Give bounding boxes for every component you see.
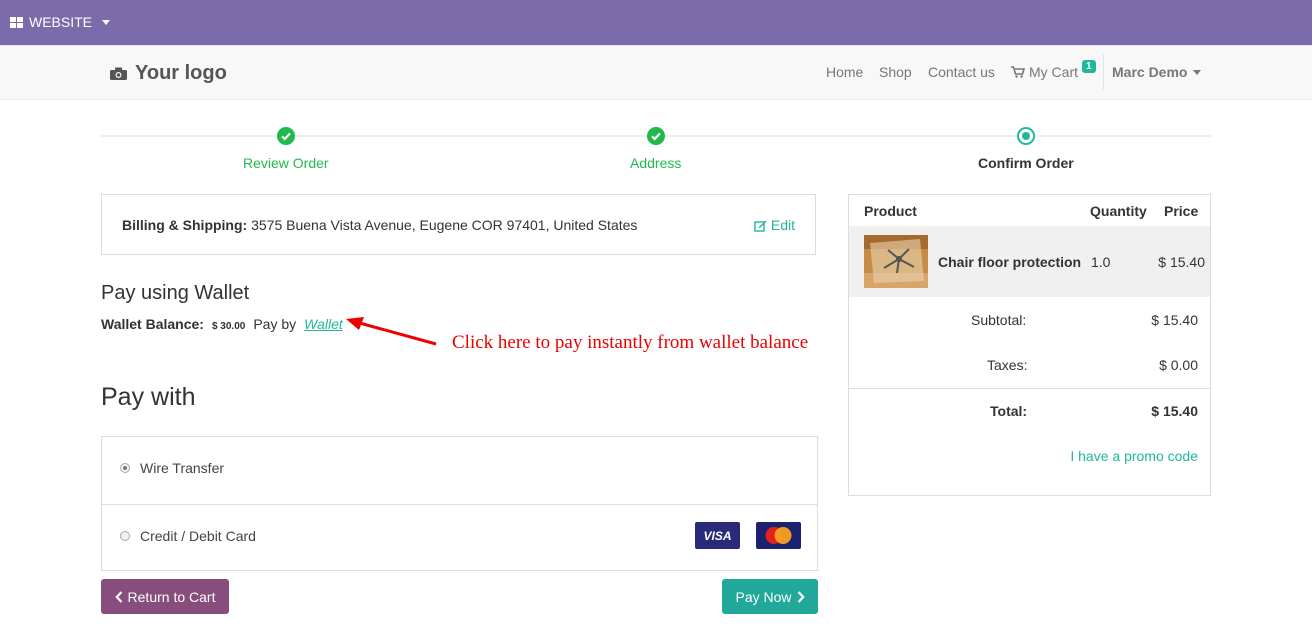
- order-summary-panel: Product Quantity Price Chair floor prote…: [848, 194, 1211, 496]
- return-to-cart-button[interactable]: Return to Cart: [101, 579, 229, 614]
- pay-now-button[interactable]: Pay Now: [722, 579, 818, 614]
- total-label: Total:: [990, 403, 1028, 419]
- subtotal-value: $ 15.40: [1151, 312, 1198, 328]
- pay-now-label: Pay Now: [735, 588, 792, 605]
- wallet-balance-label: Wallet Balance:: [101, 316, 204, 332]
- pay-with-title: Pay with: [101, 383, 196, 411]
- subtotal-label: Subtotal:: [971, 312, 1027, 328]
- summary-divider: [849, 388, 1210, 389]
- chevron-right-icon: [797, 590, 805, 603]
- header-quantity: Quantity: [1090, 203, 1147, 219]
- pay-by-text: Pay by: [253, 316, 297, 332]
- user-name: Marc Demo: [1112, 64, 1188, 80]
- product-price: $ 15.40: [1158, 254, 1205, 270]
- step-confirm-current-icon: [1017, 127, 1035, 145]
- step-review-check-icon: [277, 127, 295, 145]
- total-value: $ 15.40: [1151, 403, 1198, 419]
- payment-option-card[interactable]: Credit / Debit Card VISA: [102, 504, 817, 572]
- cart-label: My Cart: [1029, 64, 1078, 80]
- chevron-down-icon: [102, 19, 111, 25]
- edit-label: Edit: [770, 217, 795, 233]
- nav-contact-us[interactable]: Contact us: [928, 64, 995, 80]
- step-confirm-order: Confirm Order: [978, 155, 1074, 171]
- nav-my-cart[interactable]: My Cart 1: [1011, 59, 1096, 80]
- product-name[interactable]: Chair floor protection: [938, 254, 1081, 270]
- mastercard-logo-icon: [756, 522, 801, 549]
- step-address[interactable]: Address: [630, 155, 681, 171]
- website-menu-label: WEBSITE: [29, 14, 93, 30]
- promo-code-link[interactable]: I have a promo code: [1070, 448, 1198, 464]
- annotation-arrow-icon: [346, 317, 437, 346]
- chevron-left-icon: [114, 590, 122, 603]
- site-navbar: Your logo Home Shop Contact us My Cart 1…: [0, 45, 1312, 100]
- product-thumbnail[interactable]: [864, 235, 928, 288]
- nav-home[interactable]: Home: [826, 64, 863, 80]
- taxes-value: $ 0.00: [1159, 357, 1198, 373]
- billing-shipping-box: Billing & Shipping: 3575 Buena Vista Ave…: [101, 194, 816, 255]
- step-review-order[interactable]: Review Order: [243, 155, 329, 171]
- admin-top-bar: WEBSITE: [0, 0, 1312, 45]
- billing-address-value: 3575 Buena Vista Avenue, Eugene COR 9740…: [251, 217, 638, 233]
- camera-icon: [110, 67, 127, 80]
- wallet-section-title: Pay using Wallet: [101, 282, 250, 304]
- visa-logo-icon: VISA: [695, 522, 740, 549]
- order-line: Chair floor protection 1.0 $ 15.40: [849, 226, 1210, 297]
- nav-divider: [1103, 54, 1104, 90]
- website-menu[interactable]: WEBSITE: [10, 14, 111, 30]
- wire-transfer-label: Wire Transfer: [140, 460, 225, 476]
- logo-text: Your logo: [135, 62, 227, 84]
- pay-by-wallet-link[interactable]: Wallet: [304, 316, 343, 332]
- card-label: Credit / Debit Card: [140, 528, 256, 544]
- card-radio[interactable]: [120, 531, 130, 541]
- nav-shop[interactable]: Shop: [879, 64, 912, 80]
- header-price: Price: [1164, 203, 1199, 219]
- cart-count-badge: 1: [1082, 59, 1096, 73]
- payment-methods-box: Wire Transfer Credit / Debit Card VISA: [101, 436, 818, 571]
- wire-transfer-radio[interactable]: [120, 463, 130, 473]
- header-product: Product: [864, 203, 917, 219]
- site-logo[interactable]: Your logo: [110, 62, 227, 85]
- wallet-balance-amount: $ 30.00: [211, 321, 246, 332]
- taxes-label: Taxes:: [987, 357, 1028, 373]
- chevron-down-icon: [1193, 69, 1202, 75]
- wallet-balance-row: Wallet Balance: $ 30.00 Pay by Wallet: [101, 316, 343, 332]
- billing-label: Billing & Shipping:: [122, 217, 248, 233]
- edit-icon: [754, 220, 767, 232]
- return-to-cart-label: Return to Cart: [127, 588, 216, 605]
- edit-address-link[interactable]: Edit: [754, 217, 795, 233]
- annotation-text: Click here to pay instantly from wallet …: [452, 332, 809, 353]
- billing-address: Billing & Shipping: 3575 Buena Vista Ave…: [122, 217, 637, 233]
- product-quantity: 1.0: [1091, 254, 1111, 270]
- user-menu[interactable]: Marc Demo: [1112, 64, 1202, 80]
- shopping-cart-icon: [1011, 66, 1025, 78]
- step-address-check-icon: [647, 127, 665, 145]
- apps-grid-icon: [10, 16, 23, 28]
- payment-option-wire-transfer[interactable]: Wire Transfer: [102, 437, 817, 504]
